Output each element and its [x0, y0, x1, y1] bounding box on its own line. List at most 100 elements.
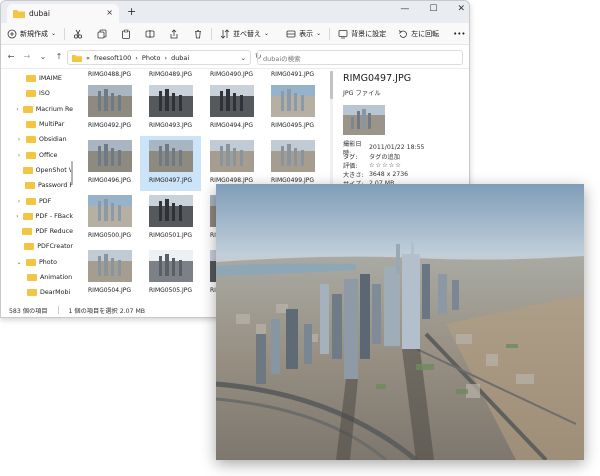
sidebar-item-label: Animation — [40, 274, 73, 281]
sidebar-item-pdfcreator[interactable]: PDFCreator — [1, 239, 73, 254]
sidebar-expander[interactable]: › — [15, 213, 20, 220]
property-value[interactable]: ☆☆☆☆☆ — [369, 162, 402, 169]
sidebar-item-multipar[interactable]: MultiPar — [1, 117, 73, 132]
file-item[interactable]: RIMG0494.JPG — [201, 81, 262, 136]
file-name[interactable]: RIMG0490.JPG — [201, 71, 262, 81]
sidebar-expander[interactable]: › — [15, 106, 20, 113]
sidebar-item-obsidian[interactable]: › Obsidian — [1, 132, 73, 147]
breadcrumb-freesoft100[interactable]: freesoft100 — [94, 54, 131, 62]
scrollbar-thumb[interactable] — [330, 71, 333, 99]
sidebar-item-photo[interactable]: ⌄ Photo — [1, 255, 73, 270]
sidebar-item-pdf-fback[interactable]: › PDF - FBack — [1, 209, 73, 224]
navigation-pane: IMAIME ISO › Macrium Re MultiPar › Obsidia… — [1, 71, 73, 303]
breadcrumb-dubai[interactable]: dubai — [171, 54, 189, 62]
paste-icon[interactable] — [121, 29, 131, 39]
file-item[interactable]: RIMG0496.JPG — [79, 136, 140, 191]
tab-close-button[interactable]: × — [106, 8, 113, 17]
view-button[interactable]: 表示 ⌄ — [286, 29, 321, 39]
sort-button[interactable]: 並べ替え ⌄ — [220, 28, 269, 39]
file-item[interactable]: RIMG0495.JPG — [262, 81, 323, 136]
chevron-down-icon: ⌄ — [316, 30, 322, 37]
share-icon[interactable] — [169, 28, 179, 39]
rotate-left-button[interactable]: 左に回転 — [398, 29, 439, 39]
property-value[interactable]: タグの追加 — [369, 152, 400, 161]
file-name[interactable]: RIMG0491.JPG — [262, 71, 323, 81]
sidebar-item-label: PDF - FBack — [35, 212, 73, 220]
file-item[interactable]: RIMG0500.JPG — [79, 191, 140, 246]
file-name[interactable]: RIMG0489.JPG — [140, 71, 201, 81]
cut-icon[interactable] — [73, 29, 83, 39]
file-item[interactable]: RIMG0499.JPG — [262, 136, 323, 191]
file-item[interactable]: RIMG0505.JPG — [140, 246, 201, 301]
sidebar-item-iso[interactable]: ISO — [1, 86, 73, 101]
sidebar-expander[interactable]: ⌄ — [15, 259, 23, 266]
sidebar-item-label: MultiPar — [39, 121, 65, 129]
sidebar-item-office[interactable]: › Office — [1, 147, 73, 162]
new-tab-button[interactable]: + — [127, 5, 136, 18]
sidebar-item-openshot[interactable]: OpenShot V — [1, 163, 73, 178]
file-item[interactable]: RIMG0497.JPG — [140, 136, 201, 191]
image-thumbnail — [148, 85, 193, 117]
address-dropdown-icon[interactable]: ⌄ — [241, 54, 246, 62]
breadcrumb-separator: › — [135, 53, 138, 62]
folder-icon — [26, 90, 36, 98]
sidebar-item-label: PDF Reduce — [35, 228, 73, 236]
sidebar-scrollbar[interactable] — [71, 161, 73, 185]
sidebar-item-imaime[interactable]: IMAIME — [1, 71, 73, 86]
sidebar-item-pdf-reducer[interactable]: PDF Reduce — [1, 224, 73, 239]
breadcrumb-photo[interactable]: Photo — [142, 54, 161, 62]
folder-icon — [27, 274, 37, 281]
file-name[interactable]: RIMG0488.JPG — [79, 71, 140, 81]
delete-icon[interactable] — [193, 29, 203, 39]
details-property-row: 評価: ☆☆☆☆☆ — [343, 161, 467, 170]
address-bar[interactable]: « freesoft100 › Photo › dubai ⌄ — [67, 50, 251, 65]
folder-icon — [72, 54, 82, 62]
status-divider — [57, 306, 59, 314]
view-icon — [286, 30, 296, 37]
image-thumbnail — [87, 140, 132, 172]
sidebar-item-animation[interactable]: Animation — [1, 270, 73, 285]
more-options-button[interactable]: ••• — [453, 30, 465, 38]
sidebar-item-password[interactable]: Password F — [1, 178, 73, 193]
file-item[interactable]: RIMG0493.JPG — [140, 81, 201, 136]
rename-icon[interactable] — [145, 29, 155, 39]
minimize-button[interactable]: — — [400, 4, 409, 14]
details-thumbnail — [343, 105, 385, 135]
search-input[interactable]: dubaiの検索 — [257, 50, 463, 65]
back-arrow-icon[interactable]: ← — [5, 52, 17, 61]
set-wallpaper-button[interactable]: 背景に設定 — [338, 29, 386, 39]
property-key: 大きさ: — [343, 172, 364, 179]
sidebar-expander[interactable]: › — [15, 152, 23, 159]
folder-icon — [22, 228, 33, 236]
sidebar-expander[interactable]: › — [15, 136, 23, 143]
folder-icon — [26, 258, 36, 266]
sidebar-item-dearmobi[interactable]: DearMobi — [1, 285, 73, 300]
up-arrow-icon[interactable]: ↑ — [53, 52, 65, 61]
sidebar-expander[interactable]: › — [15, 198, 23, 205]
toolbar-divider — [211, 27, 213, 40]
sidebar-item-pdf[interactable]: › PDF — [1, 193, 73, 208]
sidebar-item-label: DearMobi — [40, 289, 71, 297]
sort-button-label: 並べ替え — [233, 29, 262, 38]
file-item[interactable]: RIMG0504.JPG — [79, 246, 140, 301]
image-thumbnail — [148, 140, 193, 172]
new-button[interactable]: 新規作成 ⌄ — [7, 29, 56, 39]
copy-icon[interactable] — [97, 29, 107, 39]
breadcrumb-overflow[interactable]: « — [86, 54, 90, 62]
toolbar-divider — [64, 27, 66, 40]
close-window-button[interactable]: ✕ — [457, 4, 465, 14]
plus-circle-icon — [7, 29, 17, 38]
file-item[interactable]: RIMG0501.JPG — [140, 191, 201, 246]
forward-arrow-icon[interactable]: → — [21, 52, 33, 61]
image-thumbnail — [148, 250, 193, 282]
file-item[interactable]: RIMG0498.JPG — [201, 136, 262, 191]
file-name: RIMG0504.JPG — [88, 287, 131, 294]
sidebar-item-macrium[interactable]: › Macrium Re — [1, 102, 73, 117]
file-item[interactable]: RIMG0492.JPG — [79, 81, 140, 136]
image-thumbnail — [209, 85, 254, 117]
file-name: RIMG0498.JPG — [210, 177, 253, 184]
recent-chevron-icon[interactable]: ⌄ — [37, 52, 49, 61]
maximize-button[interactable]: ☐ — [429, 4, 437, 14]
folder-icon — [26, 197, 36, 205]
tab-dubai[interactable]: dubai × — [7, 4, 119, 23]
